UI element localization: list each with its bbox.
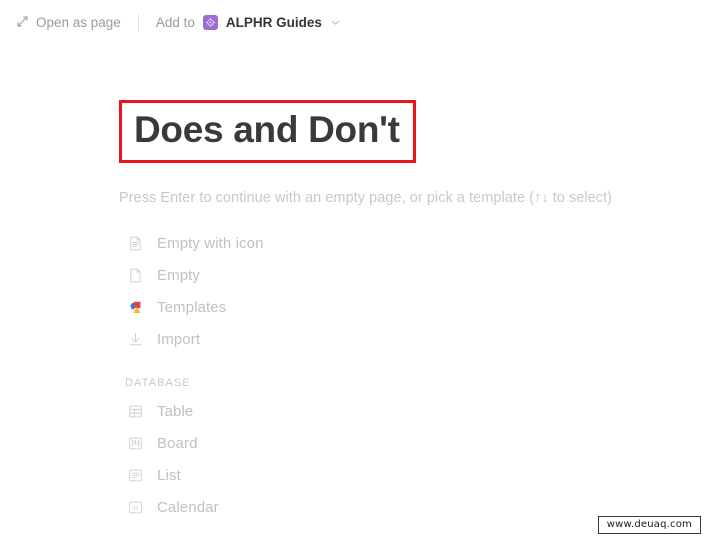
template-option-label: Templates: [157, 299, 227, 317]
page-title-annotation: Does and Don't: [119, 100, 416, 163]
open-as-page-label: Open as page: [36, 15, 121, 30]
list-lines-icon: [125, 466, 145, 486]
database-section-heading: DATABASE: [125, 376, 191, 389]
database-option-table[interactable]: Table: [119, 396, 684, 428]
workspace-name: ALPHR Guides: [225, 15, 322, 30]
document-lines-icon: [125, 234, 145, 254]
watermark: www.deuaq.com: [597, 516, 701, 534]
shapes-color-icon: [125, 298, 145, 318]
database-option-label: Table: [157, 403, 194, 421]
open-as-page-button[interactable]: Open as page: [16, 15, 121, 31]
template-options-list: Empty with icon Empty Templates Import: [119, 228, 684, 356]
template-option-empty[interactable]: Empty: [119, 260, 684, 292]
table-grid-icon: [125, 402, 145, 422]
document-blank-icon: [125, 266, 145, 286]
page-title[interactable]: Does and Don't: [134, 110, 400, 150]
svg-text:31: 31: [132, 506, 138, 512]
board-columns-icon: [125, 434, 145, 454]
calendar-31-icon: 31: [125, 498, 145, 518]
toolbar-divider: [137, 13, 139, 32]
database-option-list[interactable]: List: [119, 460, 684, 492]
chevron-down-icon[interactable]: [330, 17, 341, 28]
database-option-label: Calendar: [157, 499, 219, 517]
page-content: Does and Don't Press Enter to continue w…: [0, 45, 704, 524]
template-option-import[interactable]: Import: [119, 324, 684, 356]
template-hint-text: Press Enter to continue with an empty pa…: [119, 189, 613, 206]
red-highlight-box: Does and Don't: [119, 100, 416, 163]
top-toolbar: Open as page Add to ALPHR Guides: [0, 0, 704, 45]
template-option-label: Import: [157, 331, 201, 349]
download-arrow-icon: [125, 330, 145, 350]
template-option-empty-with-icon[interactable]: Empty with icon: [119, 228, 684, 260]
database-option-label: Board: [157, 435, 198, 453]
add-to-workspace-button[interactable]: Add to ALPHR Guides: [156, 15, 341, 30]
add-to-label: Add to: [155, 15, 195, 30]
template-option-templates[interactable]: Templates: [119, 292, 684, 324]
template-option-label: Empty with icon: [157, 235, 264, 253]
database-option-board[interactable]: Board: [119, 428, 684, 460]
expand-diagonal-icon: [16, 15, 29, 31]
template-option-label: Empty: [157, 267, 201, 285]
workspace-gem-icon: [202, 15, 218, 30]
database-options-list: Table Board List 31 Calendar: [119, 396, 684, 524]
database-option-label: List: [157, 467, 181, 485]
